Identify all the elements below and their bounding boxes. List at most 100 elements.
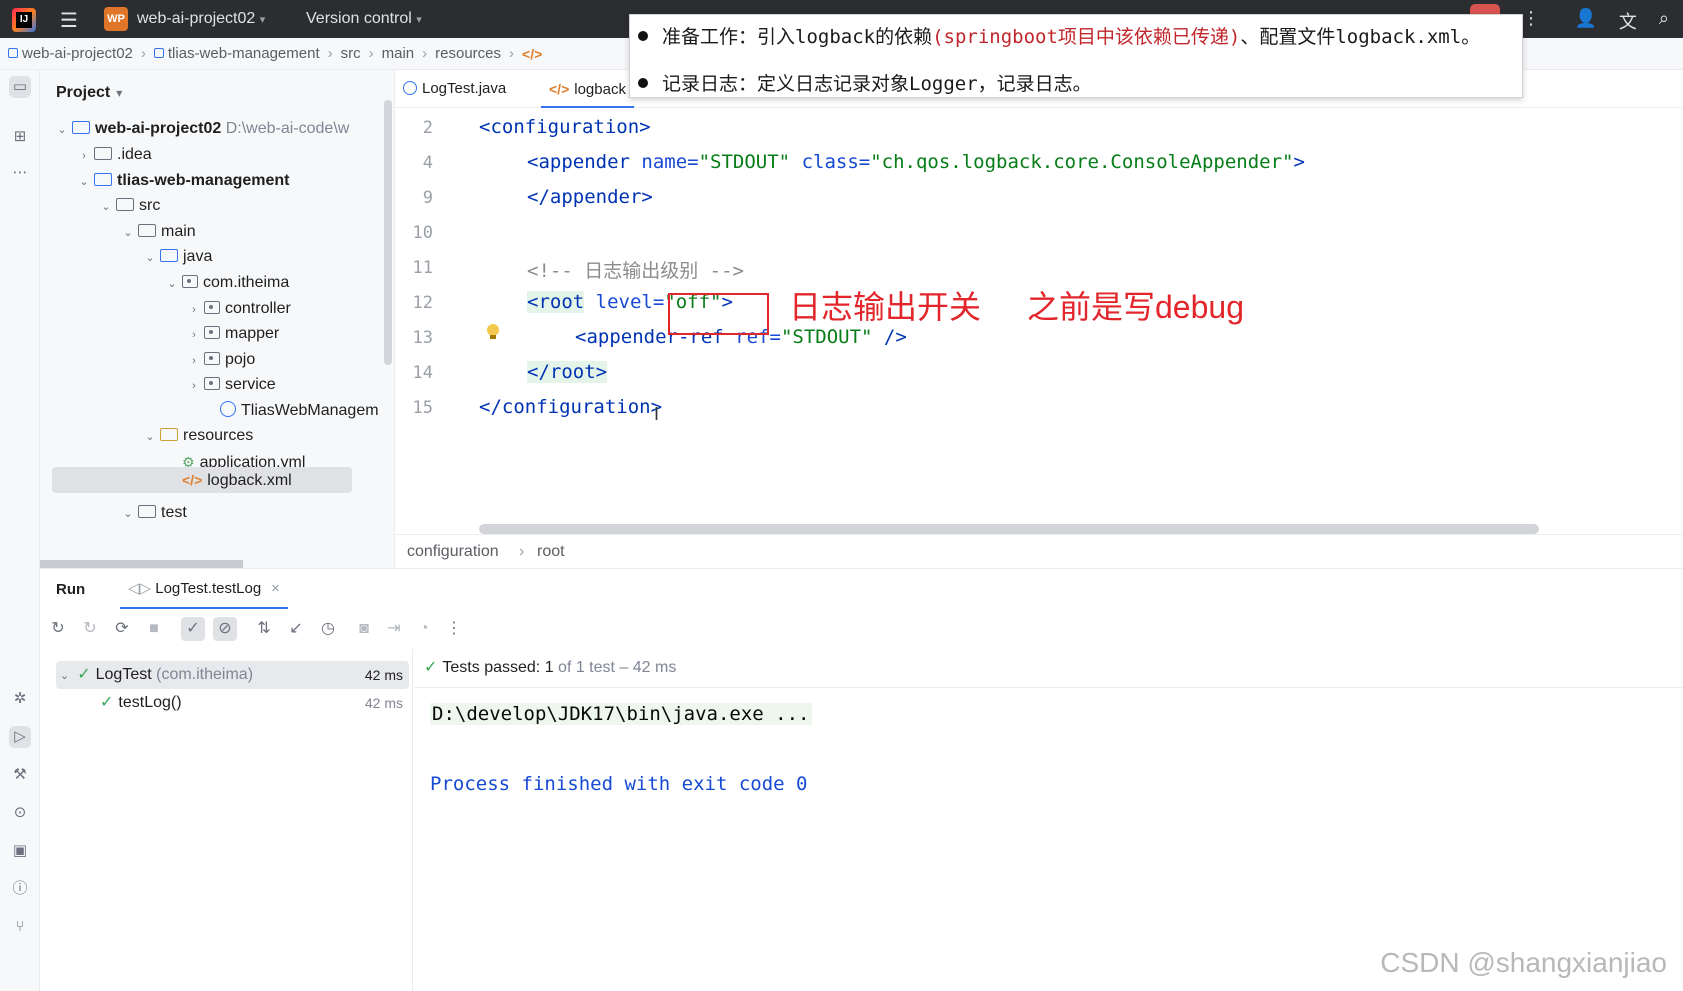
- lightbulb-icon[interactable]: [487, 324, 499, 340]
- popup-text: 准备工作：引入logback的依赖: [662, 26, 933, 48]
- coverage-icon[interactable]: ◔: [412, 617, 436, 641]
- breadcrumb-resources[interactable]: resources: [435, 45, 501, 62]
- tree-item-mapper[interactable]: › mapper: [186, 321, 279, 347]
- breadcrumb-project[interactable]: web-ai-project02: [8, 45, 133, 62]
- test-case-row[interactable]: ✓ testLog() 42 ms: [56, 689, 409, 717]
- more-icon[interactable]: ⋮: [442, 617, 466, 641]
- tree-item-root[interactable]: ⌄ web-ai-project02 D:\web-ai-code\w: [54, 116, 349, 142]
- package-icon: [204, 301, 220, 314]
- rerun-failed-icon[interactable]: ↻: [78, 617, 102, 641]
- tree-item-test[interactable]: ⌄ test: [120, 500, 187, 526]
- text-cursor-icon: I: [654, 404, 660, 424]
- code-line-11-comment[interactable]: <!-- 日志输出级别 -->: [527, 256, 744, 283]
- more-actions-icon[interactable]: ⋮: [1522, 8, 1540, 29]
- code-line-2[interactable]: <configuration>: [479, 116, 651, 138]
- console-exit-line: Process finished with exit code 0: [430, 773, 808, 795]
- code-line-4[interactable]: <appender name="STDOUT" class="ch.qos.lo…: [527, 151, 1305, 173]
- crumb-configuration[interactable]: configuration: [407, 543, 499, 561]
- tree-item-resources[interactable]: ⌄ resources: [142, 423, 253, 449]
- collapse-icon[interactable]: ↙: [284, 617, 308, 641]
- tab-logtest-testlog[interactable]: ◁▷ LogTest.testLog ×: [120, 569, 288, 609]
- build-tool-icon[interactable]: ⚒: [9, 764, 31, 786]
- project-panel-title[interactable]: Project ▾: [56, 84, 122, 102]
- tree-item-service[interactable]: › service: [186, 372, 276, 398]
- folder-icon: [138, 505, 156, 518]
- tree-item-idea[interactable]: › .idea: [76, 142, 152, 168]
- structure-tool-icon[interactable]: ⊞: [9, 126, 31, 148]
- code-line-14[interactable]: </root>: [527, 361, 608, 383]
- test-case-name: testLog(): [118, 694, 182, 711]
- export-icon[interactable]: ⇥: [382, 617, 406, 641]
- tab-logback-xml[interactable]: </> logback: [541, 70, 634, 108]
- tree-item-main[interactable]: ⌄ main: [120, 219, 195, 245]
- tree-item-app-class[interactable]: TliasWebManagem: [204, 398, 379, 424]
- show-ignored-icon[interactable]: ⊘: [213, 617, 237, 641]
- code-line-15[interactable]: </configuration>: [479, 396, 662, 418]
- tree-item-logback-xml[interactable]: </> logback.xml: [182, 467, 292, 493]
- terminal-tool-icon[interactable]: ▣: [9, 840, 31, 862]
- project-tool-icon[interactable]: ▭: [9, 76, 31, 98]
- toggle-auto-test-icon[interactable]: ⟳: [110, 617, 134, 641]
- chevron-right-icon: ›: [327, 45, 333, 62]
- run-panel-title[interactable]: Run: [56, 581, 85, 598]
- chevron-right-icon: ›: [140, 45, 146, 62]
- xml-file-icon[interactable]: </>: [522, 46, 542, 62]
- main-menu-icon[interactable]: ☰: [60, 8, 78, 33]
- tree-item-module[interactable]: ⌄ tlias-web-management: [76, 168, 289, 194]
- popup-text: 、配置文件logback.xml。: [1240, 26, 1481, 48]
- stop-icon[interactable]: ■: [142, 617, 166, 641]
- code-line-9[interactable]: </appender>: [527, 186, 653, 208]
- tree-item-src[interactable]: ⌄ src: [98, 193, 160, 219]
- chevron-right-icon: ›: [82, 150, 86, 162]
- tree-item-controller[interactable]: › controller: [186, 296, 291, 322]
- tree-item-package[interactable]: ⌄ com.itheima: [164, 270, 289, 296]
- project-switcher[interactable]: web-ai-project02 ▾: [137, 10, 265, 28]
- tree-item-java[interactable]: ⌄ java: [142, 244, 212, 270]
- tests-status: ✓ Tests passed: 1 of 1 test – 42 ms: [424, 657, 676, 677]
- run-tool-icon[interactable]: ▷: [9, 726, 31, 748]
- breadcrumb-main[interactable]: main: [382, 45, 415, 62]
- services-tool-icon[interactable]: ⊙: [9, 802, 31, 824]
- status-detail: of 1 test – 42 ms: [558, 659, 677, 676]
- intellij-logo-icon[interactable]: [12, 8, 36, 32]
- git-tool-icon[interactable]: ⑂: [9, 916, 31, 938]
- module-icon: [153, 48, 164, 58]
- chevron-down-icon: ⌄: [123, 227, 133, 239]
- project-horizontal-scrollbar[interactable]: [40, 560, 243, 568]
- camera-icon[interactable]: ◙: [352, 617, 376, 641]
- rerun-icon[interactable]: ↻: [46, 617, 70, 641]
- console-output[interactable]: ✓ Tests passed: 1 of 1 test – 42 ms D:\de…: [414, 649, 1683, 991]
- sort-icon[interactable]: ⇅: [252, 617, 276, 641]
- version-control-menu[interactable]: Version control ▾: [306, 10, 422, 28]
- status-label: Tests passed:: [442, 659, 541, 676]
- search-icon[interactable]: ⌕: [1659, 8, 1669, 34]
- tree-item-label: java: [183, 248, 213, 265]
- test-suite-row[interactable]: ⌄ ✓ LogTest (com.itheima) 42 ms: [56, 661, 409, 689]
- xml-tag: </root>: [527, 361, 608, 383]
- show-passed-icon[interactable]: ✓: [181, 617, 205, 641]
- debug-tool-icon[interactable]: ✲: [9, 688, 31, 710]
- editor-horizontal-scrollbar[interactable]: [479, 524, 1539, 534]
- more-tools-icon[interactable]: ⋯: [9, 162, 31, 184]
- editor-breadcrumb: configuration › root: [395, 534, 1683, 568]
- project-badge[interactable]: WP: [104, 7, 128, 31]
- close-icon[interactable]: ×: [271, 580, 280, 597]
- chevron-right-icon: ›: [519, 543, 525, 560]
- translate-icon[interactable]: 文: [1619, 8, 1637, 34]
- run-tab-bar: Run ◁▷ LogTest.testLog ×: [40, 569, 1683, 609]
- tree-item-path: D:\web-ai-code\w: [225, 120, 350, 137]
- spring-class-icon: [220, 401, 236, 417]
- tree-item-pojo[interactable]: › pojo: [186, 347, 255, 373]
- add-user-icon[interactable]: 👤: [1574, 8, 1596, 34]
- problems-tool-icon[interactable]: ⓘ: [9, 878, 31, 900]
- package-icon: [182, 275, 198, 288]
- tab-logtest-java[interactable]: LogTest.java: [395, 70, 514, 108]
- tree-item-label: test: [161, 504, 187, 521]
- breadcrumb-src[interactable]: src: [341, 45, 361, 62]
- popup-text-highlight: (springboot项目中该依赖已传递): [932, 26, 1241, 48]
- project-vertical-scrollbar[interactable]: [384, 100, 392, 365]
- breadcrumb-module[interactable]: tlias-web-management: [153, 45, 320, 62]
- history-icon[interactable]: ◷: [316, 617, 340, 641]
- crumb-root[interactable]: root: [537, 543, 565, 561]
- console-command-line: D:\develop\JDK17\bin\java.exe ...: [430, 703, 812, 725]
